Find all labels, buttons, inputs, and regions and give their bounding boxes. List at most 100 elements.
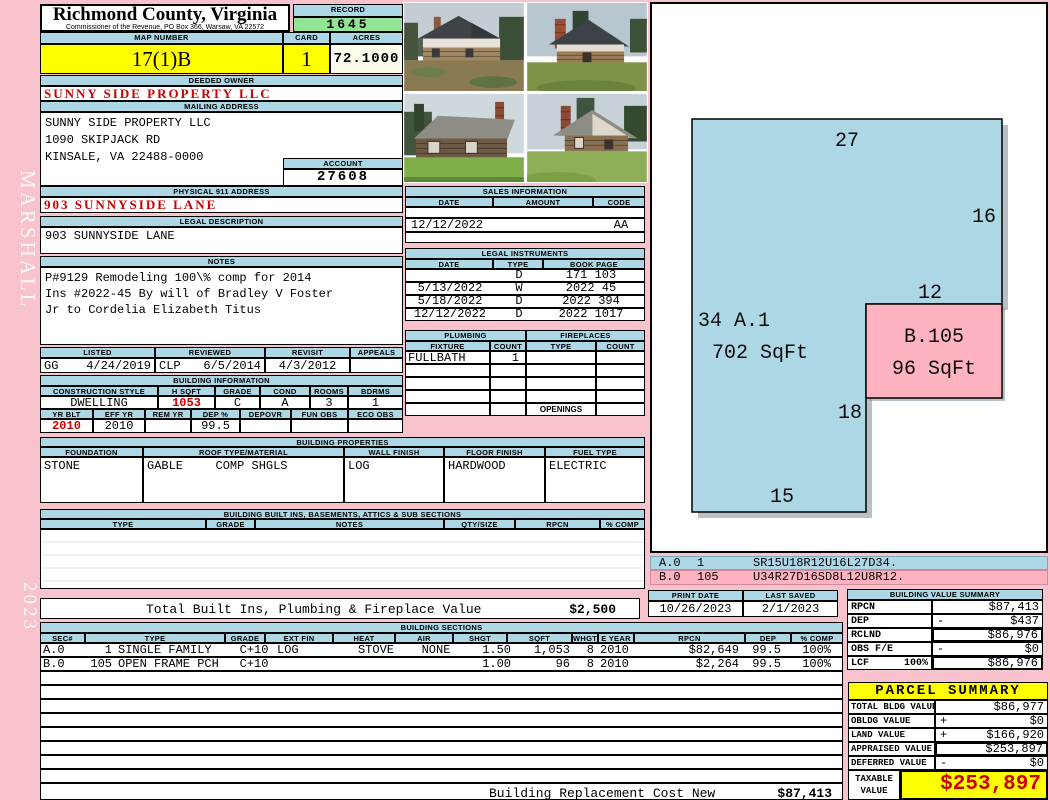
notes-line: Ins #2022-45 By will of Bradley V Foster — [45, 287, 334, 301]
vs-label: DEP — [847, 614, 932, 628]
last-saved-value: 2/1/2023 — [743, 601, 838, 617]
parcel-summary-header: PARCEL SUMMARY — [848, 682, 1048, 700]
openings-label: OPENINGS — [526, 403, 596, 416]
bs-sec-header: SEC# — [40, 633, 85, 643]
fireplace-empty-cell — [526, 377, 596, 390]
fireplace-empty-cell — [596, 390, 645, 403]
fuel-type-header: FUEL TYPE — [545, 447, 645, 457]
hsqft-value: 1053 — [158, 396, 215, 409]
legal-instruments-header: LEGAL INSTRUMENTS — [405, 248, 645, 259]
building-section-empty-row — [40, 727, 843, 741]
vs-value: $437 — [1010, 614, 1039, 628]
fireplace-empty-cell — [526, 390, 596, 403]
bs-shgt: 1.00 — [482, 657, 511, 671]
total-built-ins-row: Total Built Ins, Plumbing & Fireplace Va… — [40, 598, 640, 619]
remyr-value — [145, 419, 191, 433]
bs-dep-header: DEP — [745, 633, 791, 643]
sketch-panel: 27 16 12 34 A.1 702 SqFt B.105 96 SqFt 1… — [650, 2, 1048, 553]
bdrms-value: 1 — [348, 396, 403, 409]
legal-description-header: LEGAL DESCRIPTION — [40, 216, 403, 227]
notes-box: P#9129 Remodeling 100\% comp for 2014 In… — [40, 267, 403, 345]
vs-label: RCLND — [847, 628, 932, 642]
deeded-owner-value: SUNNY SIDE PROPERTY LLC — [40, 86, 403, 101]
account-value: 27608 — [283, 169, 403, 186]
funobs-value — [291, 419, 348, 433]
wall-finish-header: WALL FINISH — [344, 447, 444, 457]
ps-label: DEFERRED VALUE — [848, 756, 935, 770]
ps-value-cell: + $0 — [935, 714, 1048, 728]
ps-value: $86,977 — [993, 700, 1044, 714]
bs-eyear: 2010 — [600, 643, 629, 657]
dim-right: 16 — [972, 206, 996, 229]
bs-sqft: 96 — [555, 657, 570, 671]
account-header: ACCOUNT — [283, 158, 403, 169]
reviewed-header: REVIEWED — [155, 347, 265, 358]
li-book: 171 103 — [565, 269, 617, 282]
construction-style-header: CONSTRUCTION STYLE — [40, 386, 158, 396]
bs-type: SINGLE FAMILY — [118, 643, 212, 657]
roof-value: GABLE COMP SHGLS — [143, 457, 344, 503]
bi-qty-header: QTY/SIZE — [444, 519, 515, 529]
building-properties-header: BUILDING PROPERTIES — [40, 437, 645, 447]
yrblt-header: YR BLT — [40, 409, 93, 419]
sketch-code-sec: A.0 — [659, 555, 681, 570]
acres-header: ACRES — [330, 32, 403, 44]
ps-value-cell: $86,977 — [935, 700, 1048, 714]
floor-finish-value: HARDWOOD — [444, 457, 545, 503]
record-header: RECORD — [293, 4, 403, 17]
legal-instrument-row: 5/18/2022 D 2022 394 — [405, 295, 645, 308]
fireplaces-header: FIREPLACES — [526, 330, 645, 341]
bs-type: OPEN FRAME PCH — [118, 657, 219, 671]
reviewed-date: 6/5/2014 — [203, 359, 261, 373]
listed-value: GG 4/24/2019 — [40, 358, 155, 373]
ps-sign: + — [940, 714, 948, 728]
depovr-value — [240, 419, 291, 433]
listed-by: GG — [44, 359, 59, 373]
sale-date: 12/12/2022 — [411, 218, 484, 232]
li-book-header: BOOK PAGE — [543, 259, 645, 269]
map-number-value: 17(1)B — [40, 44, 283, 74]
fireplace-count-header: COUNT — [596, 341, 645, 351]
fixture-value: FULLBATH — [405, 351, 490, 364]
effyr-value: 2010 — [93, 419, 145, 433]
ecoobs-value — [348, 419, 403, 433]
ps-value: $0 — [1029, 714, 1044, 728]
record-value: 1645 — [293, 17, 403, 32]
construction-style-value: DWELLING — [40, 396, 158, 409]
vs-value-cell: - $0 — [932, 642, 1043, 656]
section-a-sqft: 702 SqFt — [712, 342, 808, 365]
property-photo-4 — [526, 93, 647, 182]
property-photo-3 — [404, 93, 524, 182]
ps-value-cell: - $0 — [935, 756, 1048, 770]
commissioner-line: Commissioner of the Revenue, PO Box 366,… — [65, 24, 265, 31]
legal-instrument-row: D 171 103 — [405, 269, 645, 282]
ps-sign: - — [940, 756, 948, 770]
bs-sqft: 1,053 — [533, 643, 570, 657]
grade-header: GRADE — [215, 386, 260, 396]
bs-extfin: LOG — [277, 643, 299, 657]
bs-comp: 100% — [802, 643, 831, 657]
plumbing-empty-cell — [490, 377, 526, 390]
bdrms-header: BDRMS — [348, 386, 403, 396]
physical-address-header: PHYSICAL 911 ADDRESS — [40, 186, 403, 197]
bi-grade-header: GRADE — [206, 519, 255, 529]
sales-row — [405, 207, 645, 218]
ps-sign: + — [940, 728, 948, 742]
dep-pct-header: DEP % — [191, 409, 240, 419]
bs-rpcn-header: RPCN — [634, 633, 745, 643]
ps-label: TOTAL BLDG VALUE — [848, 700, 935, 714]
funobs-header: FUN OBS — [291, 409, 348, 419]
replacement-cost-label: Building Replacement Cost New — [489, 786, 716, 800]
fireplace-type-header: TYPE — [526, 341, 596, 351]
li-type: D — [515, 295, 523, 308]
ps-value-cell: $253,897 — [935, 742, 1048, 756]
bs-rpcn: $82,649 — [688, 643, 739, 657]
notes-line: P#9129 Remodeling 100\% comp for 2014 — [45, 271, 312, 285]
bs-whgt-header: WHGT — [572, 633, 598, 643]
sale-code: AA — [613, 218, 629, 232]
bs-air: NONE — [421, 643, 451, 657]
fireplace-empty-cell — [596, 377, 645, 390]
fuel-type-value: ELECTRIC — [545, 457, 645, 503]
print-date-value: 10/26/2023 — [648, 601, 743, 617]
bs-grade: C+10 — [239, 643, 269, 657]
